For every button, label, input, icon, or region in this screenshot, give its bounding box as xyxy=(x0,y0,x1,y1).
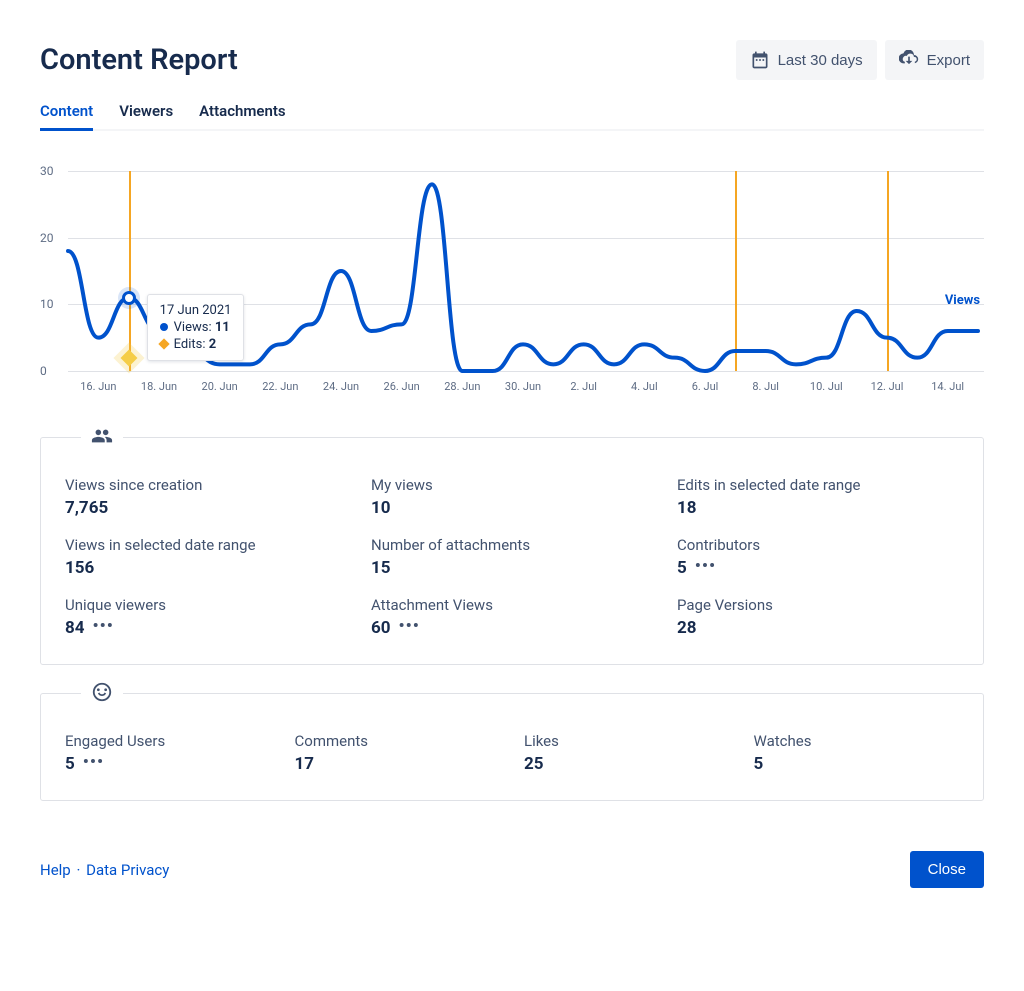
stat-item: Number of attachments 15 xyxy=(371,536,653,578)
stat-value: 10 xyxy=(371,498,653,518)
x-tick: 6. Jul xyxy=(692,380,719,393)
stats-card-engagement: Engaged Users5•••Comments17Likes25Watche… xyxy=(40,693,984,801)
stat-item: Edits in selected date range 18 xyxy=(677,476,959,518)
x-tick: 30. Jun xyxy=(505,380,541,393)
x-tick: 12. Jul xyxy=(871,380,904,393)
stat-value: 156 xyxy=(65,558,347,578)
stat-item: Contributors 5••• xyxy=(677,536,959,578)
stat-item: Page Versions 28 xyxy=(677,596,959,638)
stat-value: 7,765 xyxy=(65,498,347,518)
views-chart[interactable]: 010203016. Jun18. Jun20. Jun22. Jun24. J… xyxy=(40,171,984,401)
stat-value: 17 xyxy=(295,754,501,774)
stat-label: Attachment Views xyxy=(371,596,653,614)
footer: Help · Data Privacy Close xyxy=(0,829,1024,922)
more-icon[interactable]: ••• xyxy=(83,754,104,771)
stat-item: Views since creation 7,765 xyxy=(65,476,347,518)
page-title: Content Report xyxy=(40,43,238,77)
x-tick: 22. Jun xyxy=(262,380,298,393)
calendar-icon xyxy=(750,50,770,70)
stat-label: Contributors xyxy=(677,536,959,554)
x-tick: 26. Jun xyxy=(384,380,420,393)
x-tick: 16. Jun xyxy=(80,380,116,393)
stat-value: 18 xyxy=(677,498,959,518)
export-button[interactable]: Export xyxy=(885,40,984,80)
tab-viewers[interactable]: Viewers xyxy=(119,98,173,131)
more-icon[interactable]: ••• xyxy=(399,618,420,635)
stat-label: Page Versions xyxy=(677,596,959,614)
stat-label: Likes xyxy=(524,732,730,750)
stat-label: Views in selected date range xyxy=(65,536,347,554)
x-tick: 10. Jul xyxy=(810,380,843,393)
stat-item: Views in selected date range 156 xyxy=(65,536,347,578)
privacy-link[interactable]: Data Privacy xyxy=(86,861,169,879)
stats-card-views: Views since creation 7,765 My views 10 Edits… xyxy=(40,437,984,665)
stat-item: Comments 17 xyxy=(295,732,501,774)
x-tick: 8. Jul xyxy=(752,380,779,393)
stat-label: My views xyxy=(371,476,653,494)
x-tick: 20. Jun xyxy=(202,380,238,393)
users-icon xyxy=(81,425,123,451)
help-link[interactable]: Help xyxy=(40,861,71,879)
stat-item: Attachment Views 60••• xyxy=(371,596,653,638)
x-tick: 28. Jun xyxy=(444,380,480,393)
smile-icon xyxy=(81,681,123,707)
stat-label: Views since creation xyxy=(65,476,347,494)
stat-value: 84••• xyxy=(65,618,347,638)
stat-label: Number of attachments xyxy=(371,536,653,554)
x-tick: 18. Jun xyxy=(141,380,177,393)
diamond-icon xyxy=(158,338,169,349)
stat-value: 28 xyxy=(677,618,959,638)
stat-label: Edits in selected date range xyxy=(677,476,959,494)
x-tick: 14. Jul xyxy=(931,380,964,393)
stat-value: 5 xyxy=(754,754,960,774)
tab-content[interactable]: Content xyxy=(40,98,93,131)
stat-item: My views 10 xyxy=(371,476,653,518)
stat-item: Watches 5 xyxy=(754,732,960,774)
stat-item: Engaged Users 5••• xyxy=(65,732,271,774)
stat-value: 5••• xyxy=(677,558,959,578)
stat-value: 25 xyxy=(524,754,730,774)
x-tick: 24. Jun xyxy=(323,380,359,393)
stat-item: Unique viewers 84••• xyxy=(65,596,347,638)
legend-views: Views xyxy=(945,293,980,308)
tabs: Content Viewers Attachments xyxy=(40,98,984,131)
stat-label: Engaged Users xyxy=(65,732,271,750)
export-label: Export xyxy=(927,52,970,69)
date-range-button[interactable]: Last 30 days xyxy=(736,40,877,80)
more-icon[interactable]: ••• xyxy=(93,618,114,635)
stat-label: Comments xyxy=(295,732,501,750)
x-tick: 4. Jul xyxy=(631,380,658,393)
stat-value: 60••• xyxy=(371,618,653,638)
x-tick: 2. Jul xyxy=(570,380,597,393)
stat-value: 15 xyxy=(371,558,653,578)
stat-item: Likes 25 xyxy=(524,732,730,774)
hover-point-views xyxy=(122,291,136,305)
close-button[interactable]: Close xyxy=(910,851,984,888)
export-icon xyxy=(899,50,919,70)
tab-attachments[interactable]: Attachments xyxy=(199,98,285,131)
date-range-label: Last 30 days xyxy=(778,52,863,69)
stat-value: 5••• xyxy=(65,754,271,774)
tooltip-date: 17 Jun 2021 xyxy=(160,303,232,318)
dot-icon xyxy=(160,323,168,331)
stat-label: Watches xyxy=(754,732,960,750)
stat-label: Unique viewers xyxy=(65,596,347,614)
chart-tooltip: 17 Jun 2021Views: 11Edits: 2 xyxy=(147,294,245,361)
more-icon[interactable]: ••• xyxy=(695,558,716,575)
